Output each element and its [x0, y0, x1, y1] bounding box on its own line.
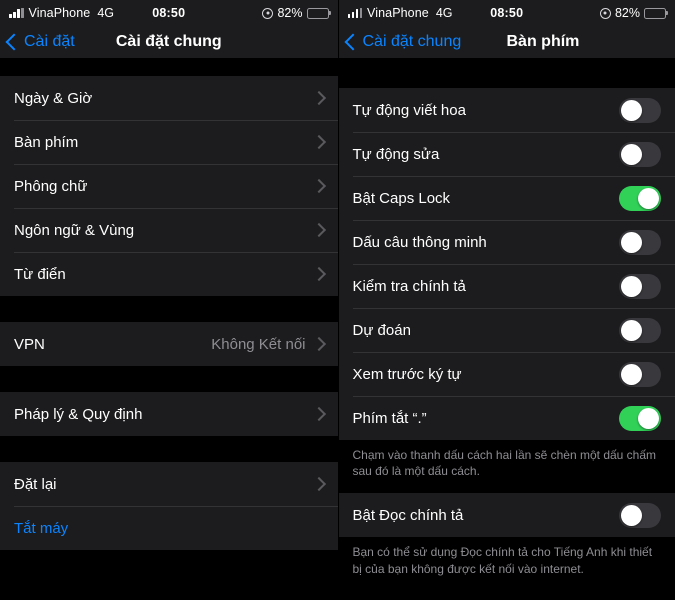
setting-row-auto-correction[interactable]: Tự động sửa — [339, 132, 675, 176]
row-label: Bật Caps Lock — [352, 189, 451, 207]
carrier-name: VinaPhone — [367, 6, 429, 20]
setting-row-check-spelling[interactable]: Kiểm tra chính tả — [339, 264, 675, 308]
location-services-icon — [599, 7, 611, 19]
location-services-icon — [262, 7, 274, 19]
toggle-enable-dictation[interactable] — [619, 502, 661, 528]
setting-row-caps-lock[interactable]: Bật Caps Lock — [339, 176, 675, 220]
status-bar-right: 82% — [169, 6, 329, 20]
chevron-left-icon — [344, 33, 361, 51]
settings-group-vpn: VPN Không Kết nối — [0, 322, 338, 366]
list-gap — [0, 436, 338, 462]
navigation-bar: Cài đặt chung Bàn phím — [338, 26, 675, 58]
row-label: Bàn phím — [14, 133, 79, 151]
dual-screenshot-container: VinaPhone 4G 08:50 82% Cài đặt Cài đặt c… — [0, 0, 675, 600]
left-phone-screen: VinaPhone 4G 08:50 82% Cài đặt Cài đặt c… — [0, 0, 339, 600]
row-label: Đặt lại — [14, 475, 57, 493]
status-bar-left: VinaPhone 4G — [347, 6, 507, 20]
dictation-footer-text: Bạn có thể sử dụng Đọc chính tả cho Tiến… — [338, 537, 675, 585]
row-label: Tự động viết hoa — [352, 101, 466, 119]
row-label: Bật Đọc chính tả — [352, 506, 464, 524]
setting-row-enable-dictation[interactable]: Bật Đọc chính tả — [339, 493, 675, 537]
back-button[interactable]: Cài đặt chung — [344, 33, 462, 51]
settings-group-reset: Đặt lại Tắt máy — [0, 462, 338, 550]
row-label: Ngày & Giờ — [14, 89, 93, 107]
row-label: Phông chữ — [14, 177, 88, 195]
toggle-character-preview[interactable] — [619, 361, 661, 387]
sidebar-item-reset[interactable]: Đặt lại — [0, 462, 338, 506]
chevron-right-icon — [311, 266, 326, 282]
chevron-right-icon — [311, 406, 326, 422]
setting-row-predictive[interactable]: Dự đoán — [339, 308, 675, 352]
chevron-right-icon — [311, 222, 326, 238]
list-gap — [0, 366, 338, 392]
settings-list: Ngày & Giờ Bàn phím Phông chữ Ngôn ngữ &… — [0, 58, 338, 600]
sidebar-item-language-region[interactable]: Ngôn ngữ & Vùng — [0, 208, 338, 252]
toggle-caps-lock[interactable] — [619, 185, 661, 211]
sidebar-item-shut-down[interactable]: Tắt máy — [0, 506, 338, 550]
status-bar-left: VinaPhone 4G — [9, 6, 169, 20]
right-phone-screen: VinaPhone 4G 08:50 82% Cài đặt chung Bàn… — [338, 0, 675, 600]
row-label: Tắt máy — [14, 519, 69, 537]
back-button-label: Cài đặt — [24, 33, 75, 50]
chevron-left-icon — [5, 33, 23, 51]
row-label: Ngôn ngữ & Vùng — [14, 221, 135, 239]
chevron-right-icon — [311, 90, 326, 106]
row-label: VPN — [14, 335, 45, 353]
period-shortcut-footer-text: Chạm vào thanh dấu cách hai lần sẽ chèn … — [338, 440, 675, 488]
dictation-group: Bật Đọc chính tả — [338, 493, 675, 538]
chevron-right-icon — [311, 336, 326, 352]
sidebar-item-vpn[interactable]: VPN Không Kết nối — [0, 322, 338, 366]
row-label: Xem trước ký tự — [352, 365, 462, 383]
network-type: 4G — [435, 6, 453, 20]
sidebar-item-date-time[interactable]: Ngày & Giờ — [0, 76, 338, 120]
list-gap — [338, 58, 675, 88]
page-title: Bàn phím — [506, 33, 580, 50]
row-label: Phím tắt “.” — [352, 409, 427, 427]
battery-icon — [306, 7, 329, 19]
battery-percent: 82% — [277, 6, 303, 20]
signal-bars-icon — [9, 8, 24, 18]
row-label: Dấu câu thông minh — [352, 233, 487, 251]
setting-row-auto-capitalization[interactable]: Tự động viết hoa — [339, 88, 675, 132]
back-button[interactable]: Cài đặt — [5, 33, 75, 51]
toggle-period-shortcut[interactable] — [619, 405, 661, 431]
vpn-status-value: Không Kết nối — [211, 335, 306, 353]
back-button-label: Cài đặt chung — [362, 33, 462, 50]
sidebar-item-fonts[interactable]: Phông chữ — [0, 164, 338, 208]
carrier-name: VinaPhone — [28, 6, 91, 20]
settings-group-general: Ngày & Giờ Bàn phím Phông chữ Ngôn ngữ &… — [0, 76, 338, 296]
battery-icon — [644, 7, 666, 19]
chevron-right-icon — [311, 134, 326, 150]
status-bar: VinaPhone 4G 08:50 82% — [338, 0, 675, 26]
toggle-check-spelling[interactable] — [619, 273, 661, 299]
toggle-smart-punctuation[interactable] — [619, 229, 661, 255]
row-label: Tự động sửa — [352, 145, 440, 163]
sidebar-item-legal-regulatory[interactable]: Pháp lý & Quy định — [0, 392, 338, 436]
setting-row-period-shortcut[interactable]: Phím tắt “.” — [339, 396, 675, 440]
network-type: 4G — [97, 6, 115, 20]
battery-percent: 82% — [614, 6, 640, 20]
status-bar: VinaPhone 4G 08:50 82% — [0, 0, 338, 26]
row-label: Từ điển — [14, 265, 66, 283]
chevron-right-icon — [311, 178, 326, 194]
signal-bars-icon — [347, 8, 362, 18]
setting-row-character-preview[interactable]: Xem trước ký tự — [339, 352, 675, 396]
toggle-predictive[interactable] — [619, 317, 661, 343]
sidebar-item-dictionary[interactable]: Từ điển — [0, 252, 338, 296]
sidebar-item-keyboard[interactable]: Bàn phím — [0, 120, 338, 164]
chevron-right-icon — [311, 476, 326, 492]
list-gap — [0, 296, 338, 322]
row-label: Pháp lý & Quy định — [14, 405, 143, 423]
settings-group-legal: Pháp lý & Quy định — [0, 392, 338, 436]
toggle-auto-capitalization[interactable] — [619, 97, 661, 123]
toggle-auto-correction[interactable] — [619, 141, 661, 167]
row-label: Kiểm tra chính tả — [352, 277, 466, 295]
keyboard-toggles-group: Tự động viết hoa Tự động sửa Bật Caps Lo… — [338, 88, 675, 440]
setting-row-smart-punctuation[interactable]: Dấu câu thông minh — [339, 220, 675, 264]
navigation-bar: Cài đặt Cài đặt chung — [0, 26, 338, 58]
keyboard-settings-list: Tự động viết hoa Tự động sửa Bật Caps Lo… — [338, 58, 675, 600]
list-gap — [0, 58, 338, 76]
row-label: Dự đoán — [352, 321, 411, 339]
status-bar-right: 82% — [507, 6, 666, 20]
